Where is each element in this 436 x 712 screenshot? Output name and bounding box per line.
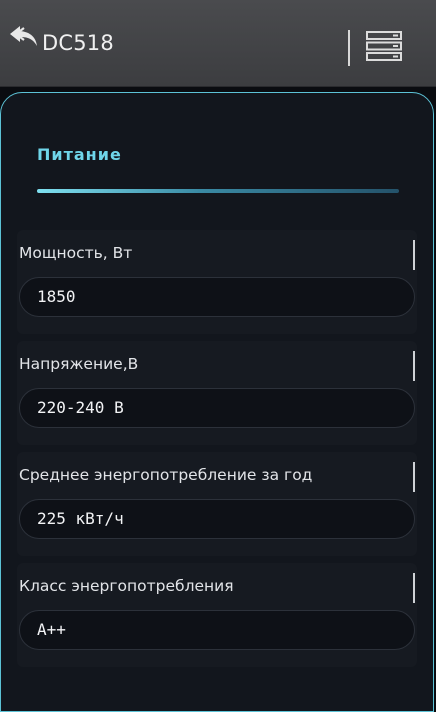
app-header: DC518 <box>0 0 436 87</box>
energy-class-value[interactable]: А++ <box>19 610 415 650</box>
field-voltage: Напряжение,В 220-240 В <box>17 341 417 445</box>
field-divider <box>413 351 415 381</box>
field-label: Напряжение,В <box>19 355 139 373</box>
annual-consumption-value[interactable]: 225 кВт/ч <box>19 499 415 539</box>
device-title: DC518 <box>42 31 114 55</box>
power-value[interactable]: 1850 <box>19 277 415 317</box>
header-divider <box>348 30 350 66</box>
field-annual-consumption: Среднее энергопотребление за год 225 кВт… <box>17 452 417 556</box>
field-divider <box>413 462 415 492</box>
voltage-value[interactable]: 220-240 В <box>19 388 415 428</box>
field-energy-class: Класс энергопотребления А++ <box>17 563 417 667</box>
field-divider <box>413 240 415 270</box>
section-underline <box>37 189 399 193</box>
back-arrow-icon[interactable] <box>8 24 40 50</box>
field-label: Среднее энергопотребление за год <box>19 466 313 484</box>
field-label: Мощность, Вт <box>19 244 133 262</box>
field-power: Мощность, Вт 1850 <box>17 230 417 334</box>
server-list-icon[interactable] <box>366 31 402 61</box>
field-divider <box>413 573 415 603</box>
section-title: Питание <box>37 145 122 164</box>
field-label: Класс энергопотребления <box>19 577 234 595</box>
